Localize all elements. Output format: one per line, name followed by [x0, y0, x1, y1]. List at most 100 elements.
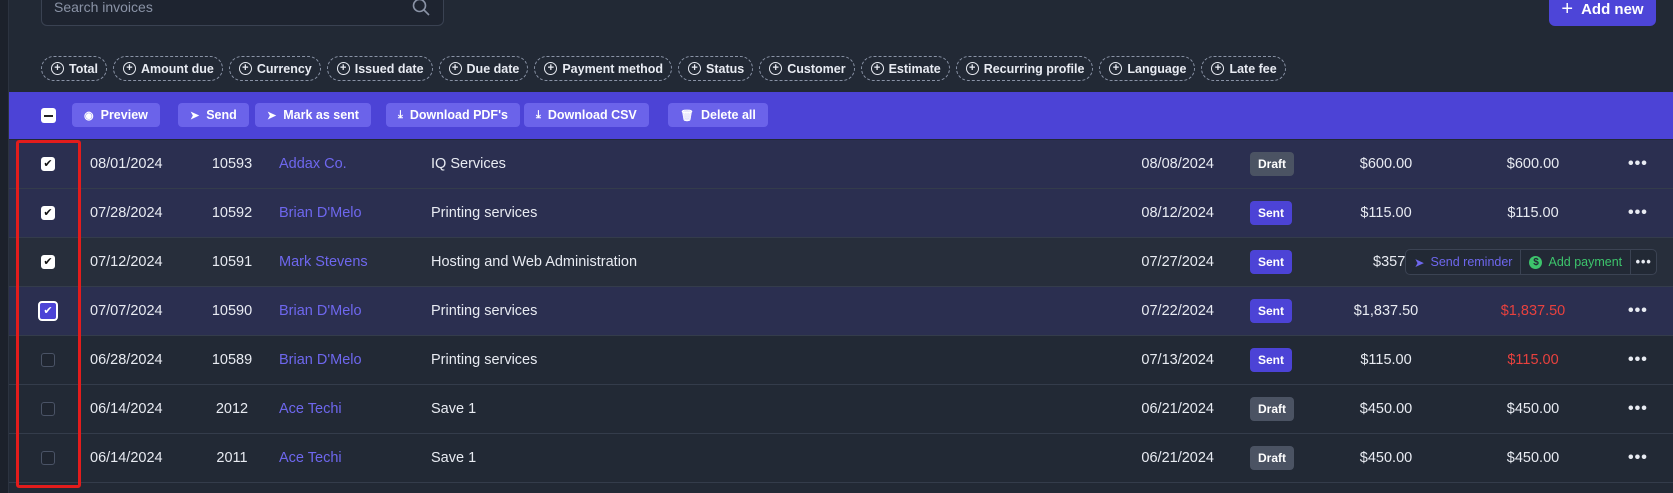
- filter-chip-estimate[interactable]: + Estimate: [860, 56, 950, 81]
- delete-all-button[interactable]: 🗑 Delete all: [668, 103, 768, 127]
- filter-chip-label: Customer: [787, 61, 846, 76]
- status-badge: Draft: [1250, 152, 1295, 176]
- filter-chip-due-date[interactable]: + Due date: [438, 56, 529, 81]
- more-options-icon[interactable]: •••: [1628, 140, 1648, 188]
- dollar-icon: $: [1529, 255, 1543, 269]
- filter-chip-customer[interactable]: + Customer: [759, 56, 855, 81]
- filter-chip-label: Due date: [466, 61, 520, 76]
- more-options-icon[interactable]: •••: [1630, 250, 1656, 274]
- plus-icon: +: [1561, 0, 1574, 20]
- more-options-icon[interactable]: •••: [1628, 189, 1648, 237]
- amount-due-cell: $115.00: [1507, 352, 1559, 368]
- download-pdfs-button[interactable]: ⤓ Download PDF's: [386, 103, 520, 127]
- row-checkbox[interactable]: [41, 255, 55, 269]
- send-icon: ➤: [267, 109, 277, 122]
- filter-chip-label: Payment method: [562, 61, 664, 76]
- customer-link[interactable]: Ace Techi: [279, 434, 342, 482]
- download-csv-button[interactable]: ⤓ Download CSV: [524, 103, 649, 127]
- invoice-number-cell: 10590: [211, 303, 253, 319]
- add-circle-icon: +: [1211, 62, 1225, 75]
- filter-chip-issued-date[interactable]: + Issued date: [326, 56, 433, 81]
- customer-link[interactable]: Brian D'Melo: [279, 189, 362, 237]
- add-circle-icon: +: [769, 62, 783, 75]
- preview-button[interactable]: ◉ Preview: [72, 103, 160, 127]
- table-row[interactable]: 06/14/2024 2011 Ace Techi Save 1 06/21/2…: [9, 434, 1673, 483]
- more-options-icon[interactable]: •••: [1628, 336, 1648, 384]
- customer-link[interactable]: Ace Techi: [279, 385, 342, 433]
- table-row[interactable]: 08/01/2024 10593 Addax Co. IQ Services 0…: [9, 140, 1673, 189]
- total-cell: $115.00: [1360, 352, 1412, 368]
- description-cell: Printing services: [431, 352, 538, 368]
- add-circle-icon: +: [544, 62, 558, 75]
- due-date-cell: 07/22/2024: [1141, 303, 1214, 319]
- status-badge: Sent: [1250, 250, 1293, 274]
- filter-chip-late-fee[interactable]: + Late fee: [1201, 56, 1286, 81]
- filter-chip-label: Status: [706, 61, 745, 76]
- row-checkbox[interactable]: [41, 353, 55, 367]
- add-new-button[interactable]: + Add new: [1549, 0, 1656, 26]
- total-cell: $600.00: [1359, 156, 1413, 172]
- search-input[interactable]: Search invoices: [41, 0, 444, 26]
- table-row[interactable]: 07/28/2024 10592 Brian D'Melo Printing s…: [9, 189, 1673, 238]
- search-icon[interactable]: [411, 0, 431, 17]
- more-options-icon[interactable]: •••: [1628, 434, 1648, 482]
- send-icon: ➤: [1414, 255, 1425, 270]
- more-options-icon[interactable]: •••: [1628, 385, 1648, 433]
- filter-chip-label: Late fee: [1229, 61, 1277, 76]
- amount-due-cell: $1,837.50: [1500, 303, 1566, 319]
- due-date-cell: 08/12/2024: [1141, 205, 1214, 221]
- row-checkbox[interactable]: [38, 301, 58, 321]
- row-checkbox[interactable]: [41, 451, 55, 465]
- customer-link[interactable]: Addax Co.: [279, 140, 347, 188]
- table-row[interactable]: 06/28/2024 10589 Brian D'Melo Printing s…: [9, 336, 1673, 385]
- table-row[interactable]: 07/12/2024 10591 Mark Stevens Hosting an…: [9, 238, 1673, 287]
- add-circle-icon: +: [336, 62, 350, 75]
- customer-link[interactable]: Brian D'Melo: [279, 336, 362, 384]
- filter-chip-label: Amount due: [140, 61, 214, 76]
- add-circle-icon: +: [238, 62, 252, 75]
- filter-chip-total[interactable]: + Total: [41, 56, 107, 81]
- description-cell: Save 1: [431, 401, 477, 417]
- filter-chip-payment-method[interactable]: + Payment method: [534, 56, 673, 81]
- description-cell: Hosting and Web Administration: [431, 254, 638, 270]
- table-row[interactable]: 06/14/2024 2012 Ace Techi Save 1 06/21/2…: [9, 385, 1673, 434]
- add-circle-icon: +: [51, 62, 64, 75]
- filter-chip-status[interactable]: + Status: [678, 56, 754, 81]
- filter-chip-recurring-profile[interactable]: + Recurring profile: [955, 56, 1094, 81]
- mark-as-sent-button[interactable]: ➤ Mark as sent: [255, 103, 371, 127]
- row-checkbox[interactable]: [41, 206, 55, 220]
- row-checkbox[interactable]: [41, 402, 55, 416]
- issued-date-cell: 08/01/2024: [90, 156, 163, 172]
- description-cell: IQ Services: [431, 156, 506, 172]
- customer-link[interactable]: Brian D'Melo: [279, 287, 362, 335]
- filter-chip-label: Language: [1127, 61, 1187, 76]
- search-placeholder: Search invoices: [54, 0, 153, 15]
- amount-due-cell: $600.00: [1506, 156, 1560, 172]
- select-all-checkbox[interactable]: [41, 108, 56, 123]
- add-circle-icon: +: [448, 62, 462, 75]
- table-row[interactable]: 07/07/2024 10590 Brian D'Melo Printing s…: [9, 287, 1673, 336]
- filter-chip-language[interactable]: + Language: [1099, 56, 1196, 81]
- issued-date-cell: 06/14/2024: [90, 401, 163, 417]
- issued-date-cell: 06/14/2024: [90, 450, 163, 466]
- add-circle-icon: +: [870, 62, 884, 75]
- status-badge: Sent: [1250, 201, 1293, 225]
- bulk-actions-toolbar: ◉ Preview ➤ Send ➤ Mark as sent ⤓ Download P…: [9, 92, 1673, 139]
- total-cell: $450.00: [1359, 450, 1413, 466]
- row-checkbox[interactable]: [41, 157, 55, 171]
- issued-date-cell: 07/28/2024: [90, 205, 163, 221]
- issued-date-cell: 07/12/2024: [90, 254, 163, 270]
- send-icon: ➤: [190, 109, 200, 122]
- add-payment-button[interactable]: $ Add payment: [1520, 250, 1630, 274]
- filter-chip-amount-due[interactable]: + Amount due: [112, 56, 223, 81]
- send-reminder-button[interactable]: ➤ Send reminder: [1406, 250, 1520, 274]
- total-cell: $115.00: [1360, 205, 1412, 221]
- send-button[interactable]: ➤ Send: [178, 103, 249, 127]
- add-circle-icon: +: [688, 62, 702, 75]
- filter-chip-currency[interactable]: + Currency: [228, 56, 321, 81]
- left-edge-panel: [0, 0, 9, 493]
- customer-link[interactable]: Mark Stevens: [279, 238, 368, 286]
- download-csv-label: Download CSV: [547, 108, 637, 122]
- mark-as-sent-label: Mark as sent: [283, 108, 359, 122]
- more-options-icon[interactable]: •••: [1628, 287, 1648, 335]
